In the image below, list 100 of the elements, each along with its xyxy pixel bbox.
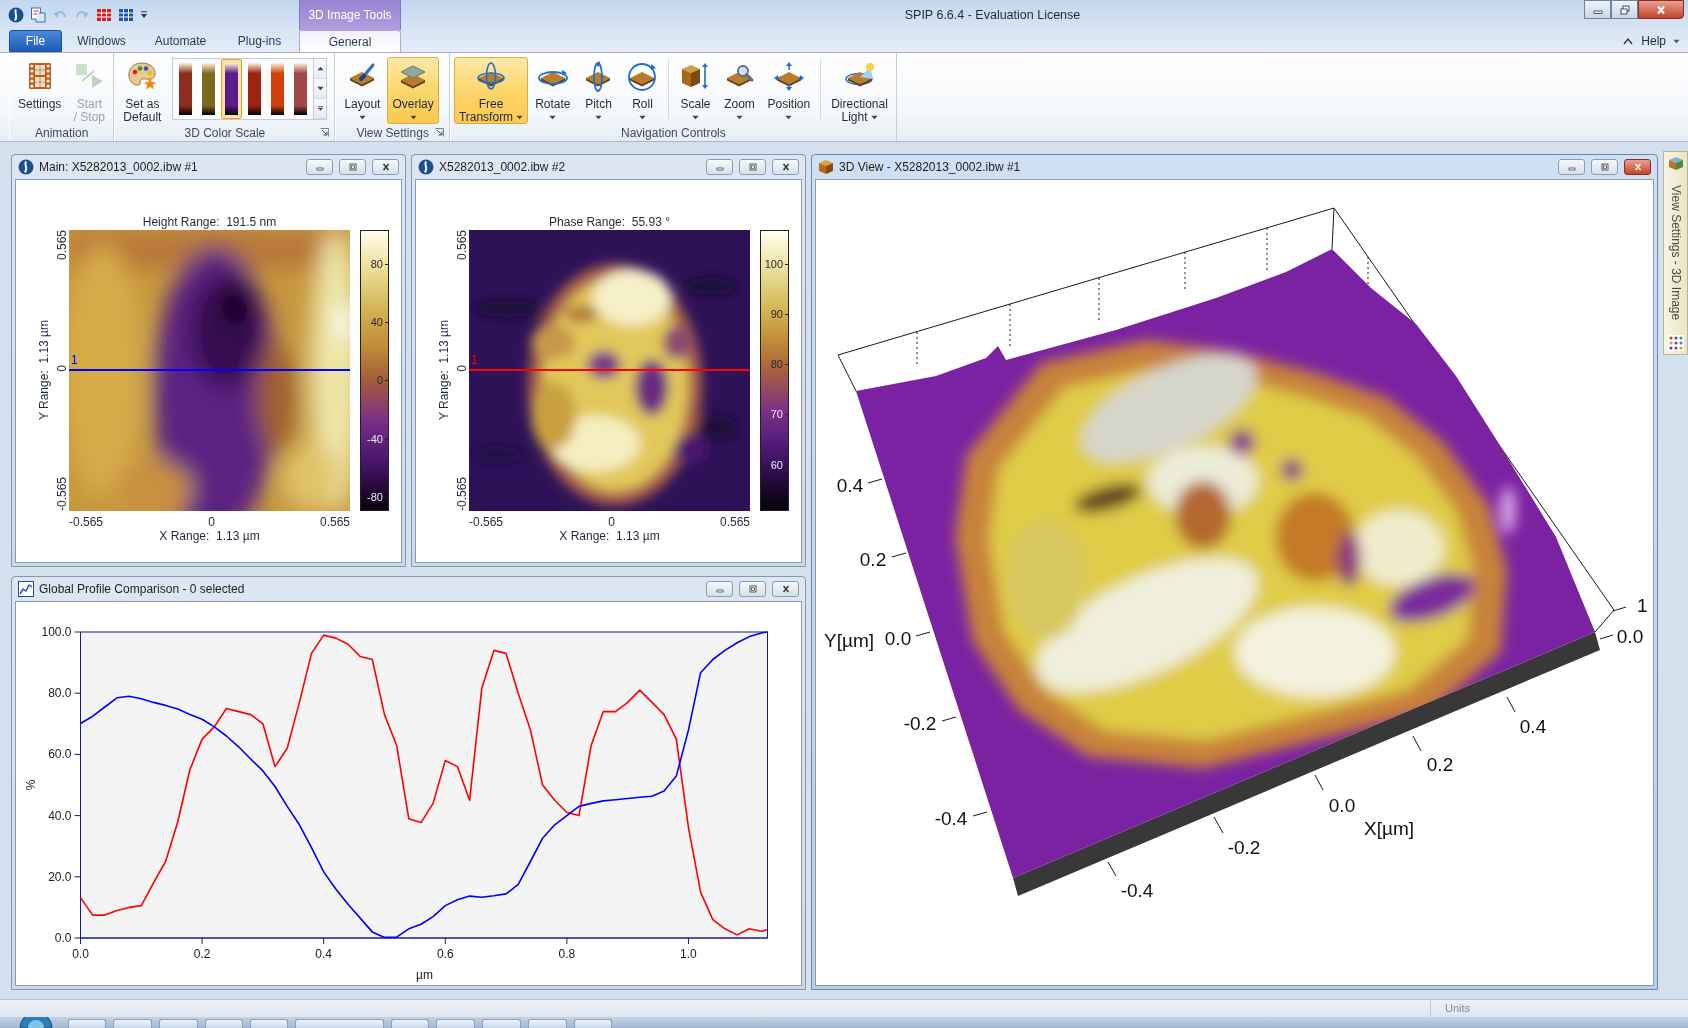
axis-title: X Range: 1.13 µm <box>559 529 660 545</box>
cube-icon <box>818 159 834 175</box>
restore-button[interactable] <box>1591 159 1618 175</box>
close-button[interactable] <box>372 159 399 175</box>
app-logo-icon[interactable] <box>8 7 24 23</box>
axis-title: X Range: 1.13 µm <box>159 529 260 545</box>
axis-tick-label: -0.2 <box>1227 837 1261 858</box>
scroll-down-button[interactable] <box>314 79 327 99</box>
color-scale-tick-label: 70 <box>770 408 783 421</box>
contextual-tab-group-label: 3D Image Tools <box>299 0 401 30</box>
taskbar-button[interactable] <box>159 1019 198 1028</box>
close-button[interactable] <box>1624 159 1651 175</box>
grid-icon[interactable] <box>118 7 134 23</box>
axis-tick-label: 0.4 <box>1519 716 1547 737</box>
caret-icon <box>1673 38 1680 44</box>
color-scale-tick-label: 80 <box>770 358 783 371</box>
taskbar-button[interactable] <box>250 1019 288 1028</box>
minimize-button[interactable] <box>706 159 733 175</box>
restore-button[interactable] <box>739 159 766 175</box>
expand-icon <box>316 106 324 111</box>
minimize-button[interactable] <box>706 581 733 597</box>
axis-tick-label: -0.565 <box>469 516 504 529</box>
window-title: Global Profile Comparison - 0 selected <box>39 582 245 596</box>
color-scale-tick-label: 90 <box>770 307 783 320</box>
ribbon-button[interactable]: Layout <box>339 57 386 124</box>
dialog-launcher-icon[interactable] <box>434 128 444 137</box>
start-orb-icon[interactable] <box>19 1017 53 1028</box>
color-scale-tick-label: 40 <box>370 315 383 328</box>
restore-icon <box>1599 163 1610 171</box>
close-button[interactable] <box>772 581 799 597</box>
close-icon <box>780 163 791 171</box>
axis-title: X[µm] <box>1364 818 1414 839</box>
profile-line-label: 1 <box>471 354 478 367</box>
cube-icon <box>1667 155 1684 171</box>
ribbon-tab[interactable]: Automate <box>141 30 220 52</box>
taskbar-button[interactable] <box>68 1019 106 1028</box>
axis-tick-label: 0.2 <box>193 947 211 961</box>
ribbon-button[interactable]: Scale <box>674 57 717 124</box>
axis-tick-label: 0.6 <box>436 947 454 961</box>
ribbon-button[interactable]: Rotate <box>530 57 576 124</box>
restore-button[interactable] <box>739 581 766 597</box>
side-panel-tab[interactable]: View Settings - 3D Image <box>1663 151 1688 355</box>
ribbon-button[interactable]: Directional Light <box>826 57 893 124</box>
restore-button[interactable] <box>1611 0 1638 19</box>
color-scale-tick-label: -40 <box>367 432 383 445</box>
move-arrows-icon <box>772 60 805 92</box>
ribbon-button[interactable]: Pitch <box>577 57 620 124</box>
taskbar-button[interactable] <box>574 1019 612 1028</box>
ribbon-tab[interactable]: General <box>299 30 401 52</box>
axis-tick-label: -0.4 <box>934 808 968 829</box>
restore-button[interactable] <box>339 159 366 175</box>
axis-tick-label: 1.0 <box>680 947 697 961</box>
close-button[interactable] <box>772 159 799 175</box>
ribbon-group-label: 3D Color Scale <box>183 125 267 140</box>
ribbon-tab[interactable]: Windows <box>62 30 141 52</box>
taskbar-button[interactable] <box>528 1019 567 1028</box>
dialog-launcher-icon[interactable] <box>320 128 330 137</box>
taskbar-button[interactable] <box>391 1019 429 1028</box>
ribbon-button[interactable]: Set as Default <box>118 57 167 124</box>
restore-icon <box>747 585 758 593</box>
grid-icon[interactable] <box>96 7 112 23</box>
document-icon[interactable] <box>30 7 46 23</box>
axis-tick-label: 60.0 <box>48 747 72 762</box>
close-icon <box>1655 4 1667 15</box>
axis-tick-label: -0.565 <box>55 476 69 511</box>
app-logo-icon <box>418 159 434 175</box>
file-menu-tab[interactable]: File <box>9 30 62 52</box>
gallery-more-button[interactable] <box>314 99 327 119</box>
minimize-button[interactable] <box>1558 159 1585 175</box>
taskbar-button[interactable] <box>482 1019 521 1028</box>
ribbon-button[interactable]: Roll <box>621 57 664 124</box>
taskbar-button[interactable] <box>436 1019 475 1028</box>
minimize-button[interactable] <box>306 159 333 175</box>
close-button[interactable] <box>1638 0 1684 19</box>
chevron-up-icon[interactable] <box>1622 36 1635 46</box>
caret-icon <box>692 115 699 120</box>
taskbar-button[interactable] <box>295 1019 384 1028</box>
ribbon-button[interactable]: Position <box>762 57 816 124</box>
close-icon <box>1632 163 1643 171</box>
scroll-up-button[interactable] <box>314 59 327 79</box>
minimize-button[interactable] <box>1584 0 1611 19</box>
axis-tick-label: 0.0 <box>72 947 89 961</box>
axis-title: Y Range: 1.13 µm <box>37 320 51 421</box>
ribbon-button[interactable]: Free Transform <box>453 57 529 124</box>
close-icon <box>780 585 791 593</box>
ribbon-button[interactable]: Zoom <box>718 57 761 124</box>
ribbon-tab[interactable]: Plug-ins <box>220 30 299 52</box>
axis-title: µm <box>416 968 433 982</box>
image-title: Height Range: 191.5 nm <box>142 215 277 230</box>
caret-icon[interactable] <box>140 11 148 19</box>
taskbar-button[interactable] <box>113 1019 152 1028</box>
caret-icon <box>358 115 366 120</box>
axis-tick-label: 0.0 <box>1616 626 1644 647</box>
ribbon-button[interactable]: Settings <box>13 57 67 124</box>
color-scale-swatch[interactable] <box>221 59 243 119</box>
axis-tick-label: 0.0 <box>54 931 72 945</box>
taskbar-button[interactable] <box>205 1019 243 1028</box>
help-menu-button[interactable]: Help <box>1641 32 1680 50</box>
axis-tick-label: 0 <box>608 516 615 529</box>
ribbon-button[interactable]: Overlay <box>387 57 439 124</box>
